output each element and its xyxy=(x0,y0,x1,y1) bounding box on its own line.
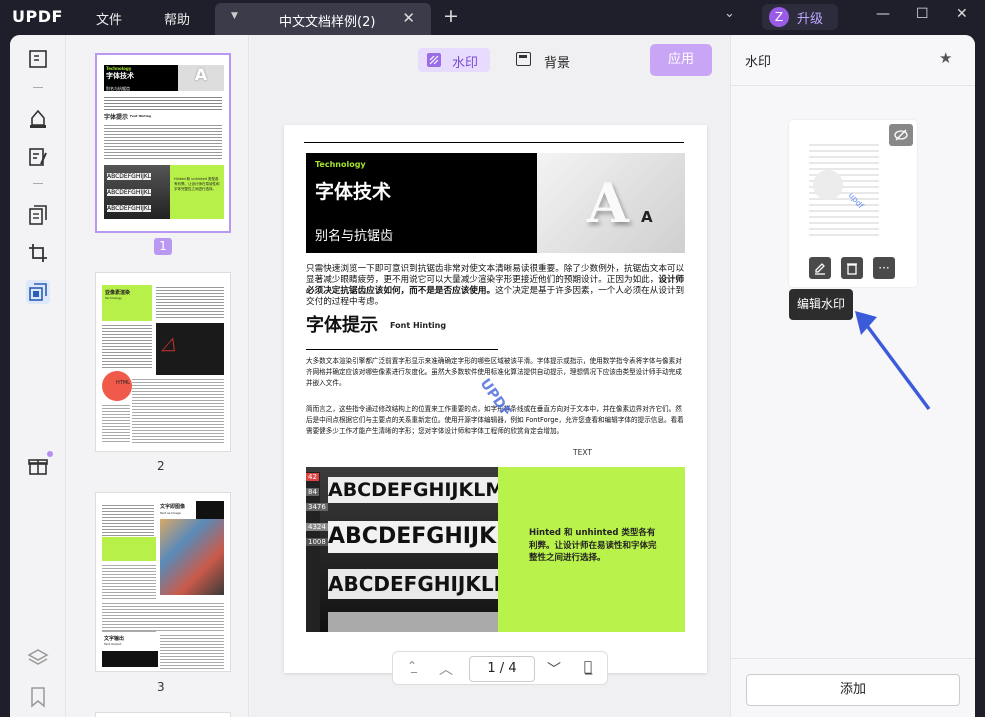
organize-pages-icon[interactable] xyxy=(26,203,50,227)
heading-font-hinting-en: Font Hinting xyxy=(390,321,447,330)
thumb3-output-en: Text Output xyxy=(104,642,122,646)
last-page-icon[interactable]: ﹀̲ xyxy=(579,659,597,679)
upgrade-label: 升级 xyxy=(797,12,824,27)
page-number-2: 2 xyxy=(157,459,165,473)
more-icon[interactable]: ··· xyxy=(873,257,895,279)
panel-title: 水印 xyxy=(745,55,772,70)
green-box: Hinted 和 unhinted 类型各有利弊。让设计师在易读性和字体完整性之… xyxy=(498,467,685,632)
doc-subtitle: 别名与抗锯齿 xyxy=(315,229,394,244)
thumbnail-panel: Technology 字体技术 A 别名与抗锯齿 字体提示 Font Hinti… xyxy=(67,35,249,717)
thumbnail-page-2[interactable]: 亚像素渲染 Technology △ HTML 文本 xyxy=(95,272,231,452)
document-tab[interactable]: ▼ 中文文档样例(2) ✕ xyxy=(215,3,431,35)
letter-a-large: A xyxy=(587,171,629,235)
upgrade-button[interactable]: Z 升级 xyxy=(762,4,838,30)
title-bar: UPDF 文件 帮助 ▼ 中文文档样例(2) ✕ + ⌄ Z 升级 — ☐ ✕ xyxy=(0,0,985,35)
thumb2-title: 亚像素渲染 xyxy=(105,290,131,296)
arrow-annotation-icon xyxy=(855,311,931,411)
crop-icon[interactable] xyxy=(26,241,50,265)
comment-icon[interactable] xyxy=(26,107,50,131)
thumbnail-page-3[interactable]: 文字即图像 Text as Image 文字输出 Text Output xyxy=(95,492,231,672)
pdf-page: Technology 字体技术 别名与抗锯齿 A A 只需快速浏览一下即可意识到… xyxy=(284,125,707,673)
thumb-letter-image: A xyxy=(178,65,224,91)
delete-icon[interactable] xyxy=(841,257,863,279)
maximize-icon[interactable]: ☐ xyxy=(916,6,929,22)
edit-pdf-icon[interactable] xyxy=(26,145,50,169)
tab-title: 中文文档样例(2) xyxy=(279,15,376,30)
thumb-hint-en: Font Hinting xyxy=(130,114,152,118)
reader-icon[interactable] xyxy=(26,47,50,71)
page-number-input[interactable]: 1 / 4 xyxy=(469,656,535,682)
watermark-card[interactable]: updf ··· xyxy=(789,120,917,287)
thumbnail-page-4[interactable] xyxy=(95,712,231,717)
watermark-panel: 水印 ★ updf ··· 编辑水印 添加 xyxy=(730,35,975,717)
page-tools-icon[interactable] xyxy=(26,280,50,304)
thumb-title: 字体技术 xyxy=(106,72,134,80)
upgrade-badge-icon: Z xyxy=(769,7,789,27)
letter-a-small: A xyxy=(641,208,653,226)
apply-button[interactable]: 应用 xyxy=(650,44,712,76)
page-number-1: 1 xyxy=(154,238,172,255)
heading-font-hinting: 字体提示 xyxy=(306,315,378,336)
doc-title: 字体技术 xyxy=(315,181,392,203)
left-toolbar xyxy=(10,35,66,717)
thumb3-output: 文字输出 xyxy=(104,636,125,642)
menu-file[interactable]: 文件 xyxy=(96,9,122,28)
watermark-icon xyxy=(427,53,441,67)
first-page-icon[interactable]: ⌃̲ xyxy=(403,659,421,679)
thumbnail-page-1[interactable]: Technology 字体技术 A 别名与抗锯齿 字体提示 Font Hinti… xyxy=(95,53,231,233)
gift-icon[interactable] xyxy=(26,451,53,477)
text-caption: TEXT xyxy=(573,448,592,457)
background-icon xyxy=(516,52,531,66)
thumb3-subtitle: Text as Image xyxy=(160,511,181,515)
layers-icon[interactable] xyxy=(26,646,50,670)
edit-icon[interactable] xyxy=(809,257,831,279)
tech-label: Technology xyxy=(315,160,366,169)
star-icon[interactable]: ★ xyxy=(939,49,952,67)
abc-image: 42 84 3476 4324 1008 ABCDEFGHIJKLMNO ABC… xyxy=(306,467,498,632)
next-page-icon[interactable]: ﹀ xyxy=(545,659,563,679)
add-button[interactable]: 添加 xyxy=(746,674,960,706)
background-tab[interactable]: 背景 xyxy=(516,48,586,72)
letter-a-image: A A xyxy=(537,153,685,253)
watermark-label: 水印 xyxy=(452,56,479,71)
close-window-icon[interactable]: ✕ xyxy=(956,6,968,22)
edit-watermark-tooltip: 编辑水印 xyxy=(789,289,853,320)
main-area: Technology 字体技术 A 别名与抗锯齿 字体提示 Font Hinti… xyxy=(10,35,975,717)
new-tab-icon[interactable]: + xyxy=(443,5,459,27)
hide-eye-icon[interactable] xyxy=(889,124,913,146)
background-label: 背景 xyxy=(544,56,571,71)
menu-help[interactable]: 帮助 xyxy=(164,9,190,28)
thumb2-subtitle: Technology xyxy=(105,296,122,300)
green-box-text: Hinted 和 unhinted 类型各有利弊。让设计师在易读性和字体完整性之… xyxy=(529,528,657,563)
thumb-hint: 字体提示 xyxy=(104,114,129,121)
updf-logo: UPDF xyxy=(12,7,63,26)
thumb-subtitle: 别名与抗锯齿 xyxy=(106,86,130,91)
watermark-tab[interactable]: 水印 xyxy=(418,48,490,72)
page-navigation: ⌃̲ ︿ 1 / 4 ﹀ ﹀̲ xyxy=(392,651,608,685)
thumb-green-box: Hinted 和 unhinted 类型各有利弊。让设计师在易读性和字体完整性之… xyxy=(170,165,224,219)
chevron-down-icon[interactable]: ⌄ xyxy=(724,6,735,21)
thumb3-title: 文字即图像 xyxy=(160,504,186,510)
document-viewer: 水印 背景 应用 Technology 字体技术 别名与抗锯齿 A A 只需快速… xyxy=(250,35,730,717)
prev-page-icon[interactable]: ︿ xyxy=(437,659,455,679)
paragraph-1: 只需快速浏览一下即可意识到抗锯齿非常对使文本清晰易读很重要。除了少数例外，抗锯齿… xyxy=(306,264,685,307)
minimize-icon[interactable]: — xyxy=(876,6,890,22)
page-number-3: 3 xyxy=(157,680,165,694)
tab-dropdown-icon[interactable]: ▼ xyxy=(231,11,238,21)
bookmark-icon[interactable] xyxy=(26,685,50,709)
tab-close-icon[interactable]: ✕ xyxy=(402,9,415,27)
